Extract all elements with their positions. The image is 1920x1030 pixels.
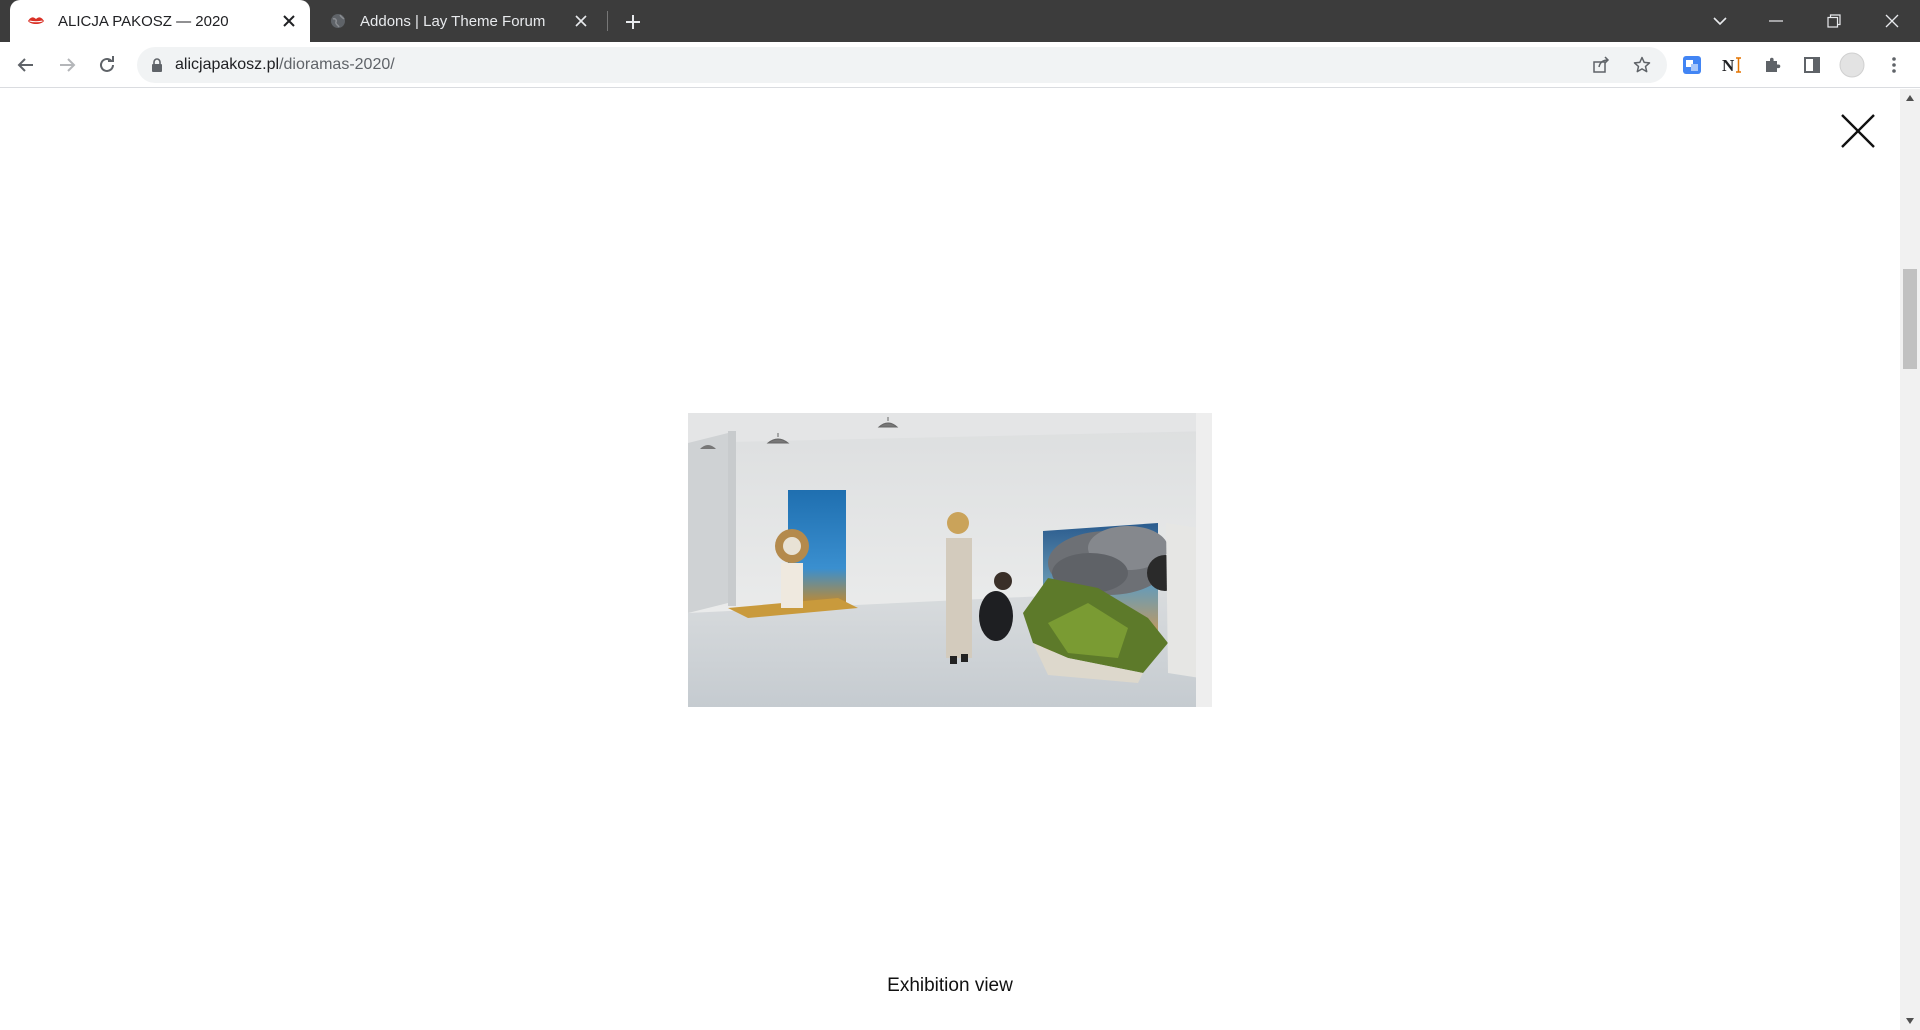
scrollbar-thumb[interactable]	[1903, 269, 1917, 369]
scroll-down-button[interactable]	[1900, 1012, 1920, 1030]
translate-icon	[1683, 56, 1701, 74]
page-content: Exhibition view	[0, 89, 1900, 1030]
notion-icon: N	[1722, 56, 1741, 75]
url-path: /dioramas-2020/	[279, 56, 395, 73]
side-panel-button[interactable]	[1798, 51, 1826, 79]
exhibition-photo	[688, 413, 1212, 707]
address-bar[interactable]: alicjapakosz.pl/dioramas-2020/	[137, 47, 1667, 83]
close-lightbox-button[interactable]	[1840, 113, 1876, 149]
share-icon	[1593, 56, 1610, 73]
lock-icon[interactable]	[151, 58, 163, 72]
triangle-down-icon	[1906, 1018, 1914, 1024]
arrow-right-icon	[60, 58, 76, 72]
share-button[interactable]	[1584, 47, 1618, 83]
url-text[interactable]: alicjapakosz.pl/dioramas-2020/	[175, 56, 395, 74]
translate-extension-button[interactable]	[1678, 51, 1706, 79]
chevron-down-icon	[1713, 17, 1727, 26]
plus-icon	[626, 15, 640, 29]
reload-button[interactable]	[91, 49, 123, 81]
browser-toolbar: alicjapakosz.pl/dioramas-2020/ N	[0, 42, 1920, 88]
close-tab-icon[interactable]	[570, 10, 592, 32]
kebab-menu-icon	[1892, 57, 1896, 73]
triangle-up-icon	[1906, 95, 1914, 101]
reload-icon	[100, 56, 114, 72]
image-caption: Exhibition view	[887, 975, 1013, 996]
side-panel-icon	[1804, 57, 1820, 73]
profile-button[interactable]	[1838, 51, 1866, 79]
forward-button[interactable]	[51, 49, 83, 81]
minimize-button[interactable]	[1748, 0, 1804, 42]
bookmark-button[interactable]	[1625, 47, 1659, 83]
restore-button[interactable]	[1806, 0, 1862, 42]
close-icon	[1885, 14, 1899, 28]
tab-search-button[interactable]	[1692, 0, 1748, 42]
close-icon	[1841, 114, 1875, 148]
minimize-icon	[1769, 20, 1783, 22]
restore-icon	[1827, 14, 1841, 28]
url-host: alicjapakosz.pl	[175, 56, 280, 73]
close-window-button[interactable]	[1864, 0, 1920, 42]
tab-inactive[interactable]: Addons | Lay Theme Forum	[312, 0, 602, 42]
new-tab-button[interactable]	[620, 9, 646, 35]
svg-text:N: N	[1722, 56, 1735, 75]
puzzle-icon	[1766, 57, 1781, 72]
scroll-up-button[interactable]	[1900, 89, 1920, 107]
tab-separator	[607, 11, 608, 31]
extensions-button[interactable]	[1758, 51, 1786, 79]
notion-extension-button[interactable]: N	[1718, 51, 1746, 79]
page-scrollbar[interactable]	[1900, 89, 1920, 1030]
tab-title: ALICJA PAKOSZ — 2020	[58, 12, 229, 30]
menu-button[interactable]	[1880, 51, 1908, 79]
back-button[interactable]	[10, 49, 42, 81]
close-tab-icon[interactable]	[278, 10, 300, 32]
star-icon	[1633, 56, 1651, 73]
lips-icon	[26, 11, 46, 31]
globe-icon	[328, 11, 348, 31]
avatar	[1839, 52, 1865, 78]
tab-active[interactable]: ALICJA PAKOSZ — 2020	[10, 0, 310, 42]
tab-title: Addons | Lay Theme Forum	[360, 12, 546, 30]
arrow-left-icon	[17, 58, 33, 72]
tab-strip: ALICJA PAKOSZ — 2020 Addons | Lay Theme …	[0, 0, 1920, 42]
